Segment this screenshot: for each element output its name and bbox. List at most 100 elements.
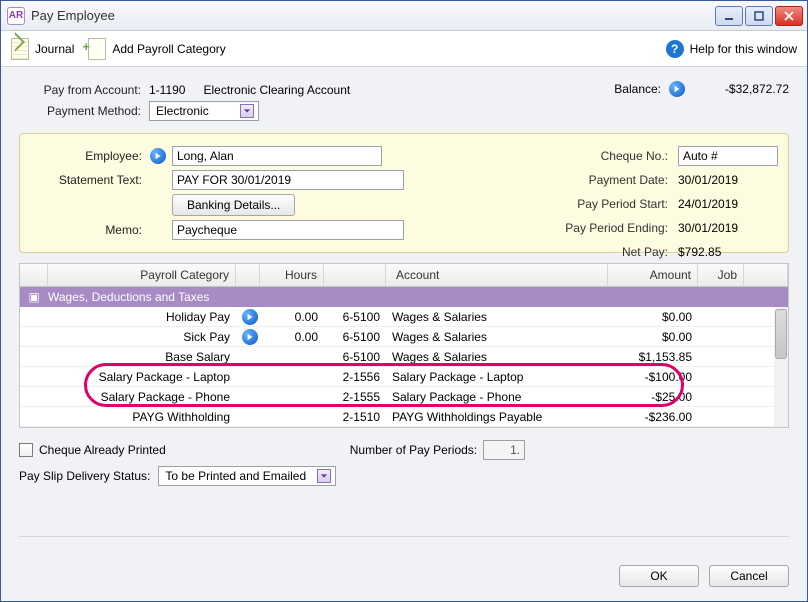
scrollbar[interactable] — [774, 307, 788, 427]
cell-account-name: Wages & Salaries — [386, 350, 608, 364]
balance-zoom-button[interactable] — [669, 81, 685, 97]
col-job[interactable]: Job — [698, 264, 744, 286]
cheque-no-label: Cheque No.: — [601, 149, 668, 163]
cell-account-name: Wages & Salaries — [386, 330, 608, 344]
add-category-label: Add Payroll Category — [112, 42, 225, 56]
cell-account-name: Salary Package - Laptop — [386, 370, 608, 384]
cheque-printed-checkbox[interactable] — [19, 443, 33, 457]
employee-input[interactable] — [172, 146, 382, 166]
statement-input[interactable] — [172, 170, 404, 190]
cancel-button[interactable]: Cancel — [709, 565, 789, 587]
memo-label: Memo: — [30, 223, 150, 237]
employee-zoom-button[interactable] — [150, 148, 166, 164]
payroll-grid: Payroll Category Hours Account Amount Jo… — [19, 263, 789, 428]
cell-category: Holiday Pay — [48, 310, 236, 324]
period-end-value: 30/01/2019 — [678, 221, 778, 235]
banking-details-button[interactable]: Banking Details... — [172, 194, 295, 216]
cell-amount: -$25.00 — [608, 390, 698, 404]
period-start-label: Pay Period Start: — [577, 197, 668, 211]
table-row[interactable]: Salary Package - Laptop2-1556Salary Pack… — [20, 367, 788, 387]
chevron-down-icon — [317, 469, 331, 483]
add-payroll-category-button[interactable]: Add Payroll Category — [88, 38, 225, 60]
cell-amount: -$100.00 — [608, 370, 698, 384]
cell-amount: $0.00 — [608, 330, 698, 344]
app-icon: AR — [7, 7, 25, 25]
cell-account-code: 2-1555 — [324, 390, 386, 404]
group-label: Wages, Deductions and Taxes — [48, 290, 209, 304]
payment-date-value: 30/01/2019 — [678, 173, 778, 187]
col-amount[interactable]: Amount — [608, 264, 698, 286]
pay-employee-window: AR Pay Employee Journal Add Payroll Cate… — [0, 0, 808, 602]
balance-value: -$32,872.72 — [699, 82, 789, 96]
journal-icon — [11, 38, 29, 60]
help-icon: ? — [666, 40, 684, 58]
cell-account-code: 6-5100 — [324, 330, 386, 344]
journal-label: Journal — [35, 42, 74, 56]
toolbar: Journal Add Payroll Category ? Help for … — [1, 31, 807, 67]
delivery-select[interactable]: To be Printed and Emailed — [158, 466, 336, 486]
cell-category: Sick Pay — [48, 330, 236, 344]
num-periods-label: Number of Pay Periods: — [350, 443, 477, 457]
payment-method-value: Electronic — [156, 104, 234, 118]
cell-account-code: 6-5100 — [324, 350, 386, 364]
help-link[interactable]: ? Help for this window — [666, 40, 797, 58]
help-label: Help for this window — [690, 42, 797, 56]
cell-category: PAYG Withholding — [48, 410, 236, 424]
pay-from-label: Pay from Account: — [19, 83, 149, 97]
cell-account-name: PAYG Withholdings Payable — [386, 410, 608, 424]
maximize-button[interactable] — [745, 6, 773, 26]
cell-account-code: 2-1556 — [324, 370, 386, 384]
group-row[interactable]: ▣ Wages, Deductions and Taxes — [20, 287, 788, 307]
net-pay-label: Net Pay: — [622, 245, 668, 259]
period-start-value: 24/01/2019 — [678, 197, 778, 211]
col-account[interactable]: Account — [386, 264, 608, 286]
collapse-icon[interactable]: ▣ — [20, 290, 48, 304]
cheque-no-input[interactable] — [678, 146, 778, 166]
cell-amount: $1,153.85 — [608, 350, 698, 364]
payment-method-label: Payment Method: — [19, 104, 149, 118]
cell-account-name: Salary Package - Phone — [386, 390, 608, 404]
table-row[interactable]: Base Salary 6-5100Wages & Salaries$1,153.… — [20, 347, 788, 367]
window-title: Pay Employee — [31, 8, 115, 23]
table-row[interactable]: Holiday Pay 0.006-5100Wages & Salaries$0.… — [20, 307, 788, 327]
cell-account-code: 2-1510 — [324, 410, 386, 424]
table-row[interactable]: Salary Package - Phone2-1555Salary Packa… — [20, 387, 788, 407]
delivery-value: To be Printed and Emailed — [165, 469, 311, 483]
add-category-icon — [88, 38, 106, 60]
cell-category: Base Salary — [48, 350, 236, 364]
balance-label: Balance: — [614, 82, 661, 96]
payment-date-label: Payment Date: — [589, 173, 668, 187]
cheque-printed-label: Cheque Already Printed — [39, 443, 166, 457]
grid-body: Holiday Pay0.006-5100Wages & Salaries$0.… — [20, 307, 788, 427]
journal-button[interactable]: Journal — [11, 38, 74, 60]
zoom-icon[interactable] — [242, 329, 258, 345]
cell-hours: 0.00 — [260, 330, 324, 344]
memo-input[interactable] — [172, 220, 404, 240]
minimize-button[interactable] — [715, 6, 743, 26]
col-category[interactable]: Payroll Category — [48, 264, 236, 286]
pay-from-name: Electronic Clearing Account — [203, 83, 350, 97]
pay-from-code: 1-1190 — [149, 83, 185, 97]
statement-label: Statement Text: — [30, 173, 150, 187]
col-hours[interactable]: Hours — [260, 264, 324, 286]
zoom-icon[interactable] — [242, 309, 258, 325]
titlebar: AR Pay Employee — [1, 1, 807, 31]
cell-amount: $0.00 — [608, 310, 698, 324]
close-button[interactable] — [775, 6, 803, 26]
chevron-down-icon — [240, 104, 254, 118]
ok-button[interactable]: OK — [619, 565, 699, 587]
cell-amount: -$236.00 — [608, 410, 698, 424]
delivery-label: Pay Slip Delivery Status: — [19, 469, 150, 483]
cell-account-name: Wages & Salaries — [386, 310, 608, 324]
num-periods-input[interactable] — [483, 440, 525, 460]
table-row[interactable]: Sick Pay 0.006-5100Wages & Salaries$0.00 — [20, 327, 788, 347]
cell-category: Salary Package - Phone — [48, 390, 236, 404]
cell-account-code: 6-5100 — [324, 310, 386, 324]
payment-method-select[interactable]: Electronic — [149, 101, 259, 121]
cell-category: Salary Package - Laptop — [48, 370, 236, 384]
scrollbar-thumb[interactable] — [775, 309, 787, 359]
net-pay-value: $792.85 — [678, 245, 778, 259]
cell-hours: 0.00 — [260, 310, 324, 324]
table-row[interactable]: PAYG Withholding 2-1510PAYG Withholdings … — [20, 407, 788, 427]
employee-panel: Employee: Statement Text: Banking Detail… — [19, 133, 789, 253]
